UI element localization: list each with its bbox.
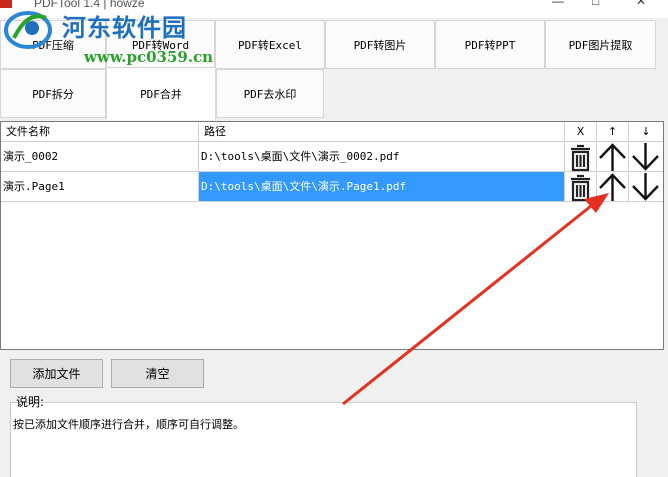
column-header-delete[interactable]: X [565, 122, 597, 142]
arrow-up-icon[interactable] [597, 172, 629, 202]
watermark-title: 河东软件园 [62, 14, 187, 42]
close-button[interactable]: ✕ [636, 0, 646, 8]
table-row-name[interactable]: 演示_0002 [1, 142, 199, 172]
tab-label: PDF转Excel [238, 38, 302, 52]
column-header-down[interactable]: ↓ [629, 122, 663, 142]
watermark-logo [4, 11, 52, 49]
trash-icon[interactable] [565, 172, 597, 202]
tab-label: PDF转图片 [353, 38, 407, 52]
table-row-name[interactable]: 演示.Page1 [1, 172, 199, 202]
tab-pdf-remove-watermark[interactable]: PDF去水印 [216, 69, 324, 118]
tab-label: PDF合并 [140, 87, 182, 101]
maximize-button[interactable]: □ [592, 0, 599, 8]
tab-pdf-split[interactable]: PDF拆分 [0, 69, 106, 118]
arrow-up-icon[interactable] [597, 142, 629, 172]
clear-button[interactable]: 清空 [111, 359, 204, 388]
minimize-button[interactable]: — [552, 0, 564, 8]
add-files-button[interactable]: 添加文件 [10, 359, 103, 388]
app-icon [0, 0, 12, 8]
table-row-path[interactable]: D:\tools\桌面\文件\演示_0002.pdf [199, 142, 565, 172]
arrow-down-icon[interactable] [629, 172, 663, 202]
description-text: 按已添加文件顺序进行合并，顺序可自行调整。 [13, 418, 244, 431]
tab-label: PDF去水印 [243, 87, 297, 101]
file-table[interactable]: 文件名称 路径 X ↑ ↓ 演示_0002 D:\tools\桌面\文件\演示_… [0, 121, 664, 350]
tab-label: PDF转PPT [464, 38, 516, 52]
trash-icon[interactable] [565, 142, 597, 172]
description-label: 说明: [16, 395, 45, 409]
column-header-filename[interactable]: 文件名称 [1, 122, 199, 142]
tab-pdf-to-ppt[interactable]: PDF转PPT [435, 20, 545, 69]
watermark-url: www.pc0359.cn [84, 48, 214, 66]
arrow-down-icon[interactable] [629, 142, 663, 172]
tab-pdf-image-extract[interactable]: PDF图片提取 [545, 20, 656, 69]
tab-pdf-to-image[interactable]: PDF转图片 [325, 20, 435, 69]
tab-label: PDF图片提取 [568, 38, 633, 52]
tab-pdf-merge[interactable]: PDF合并 [106, 67, 216, 120]
tab-pdf-to-excel[interactable]: PDF转Excel [215, 20, 325, 69]
column-header-path[interactable]: 路径 [199, 122, 565, 142]
table-row-path[interactable]: D:\tools\桌面\文件\演示.Page1.pdf [199, 172, 565, 202]
description-box [10, 402, 637, 477]
tab-label: PDF拆分 [32, 87, 74, 101]
column-header-up[interactable]: ↑ [597, 122, 629, 142]
